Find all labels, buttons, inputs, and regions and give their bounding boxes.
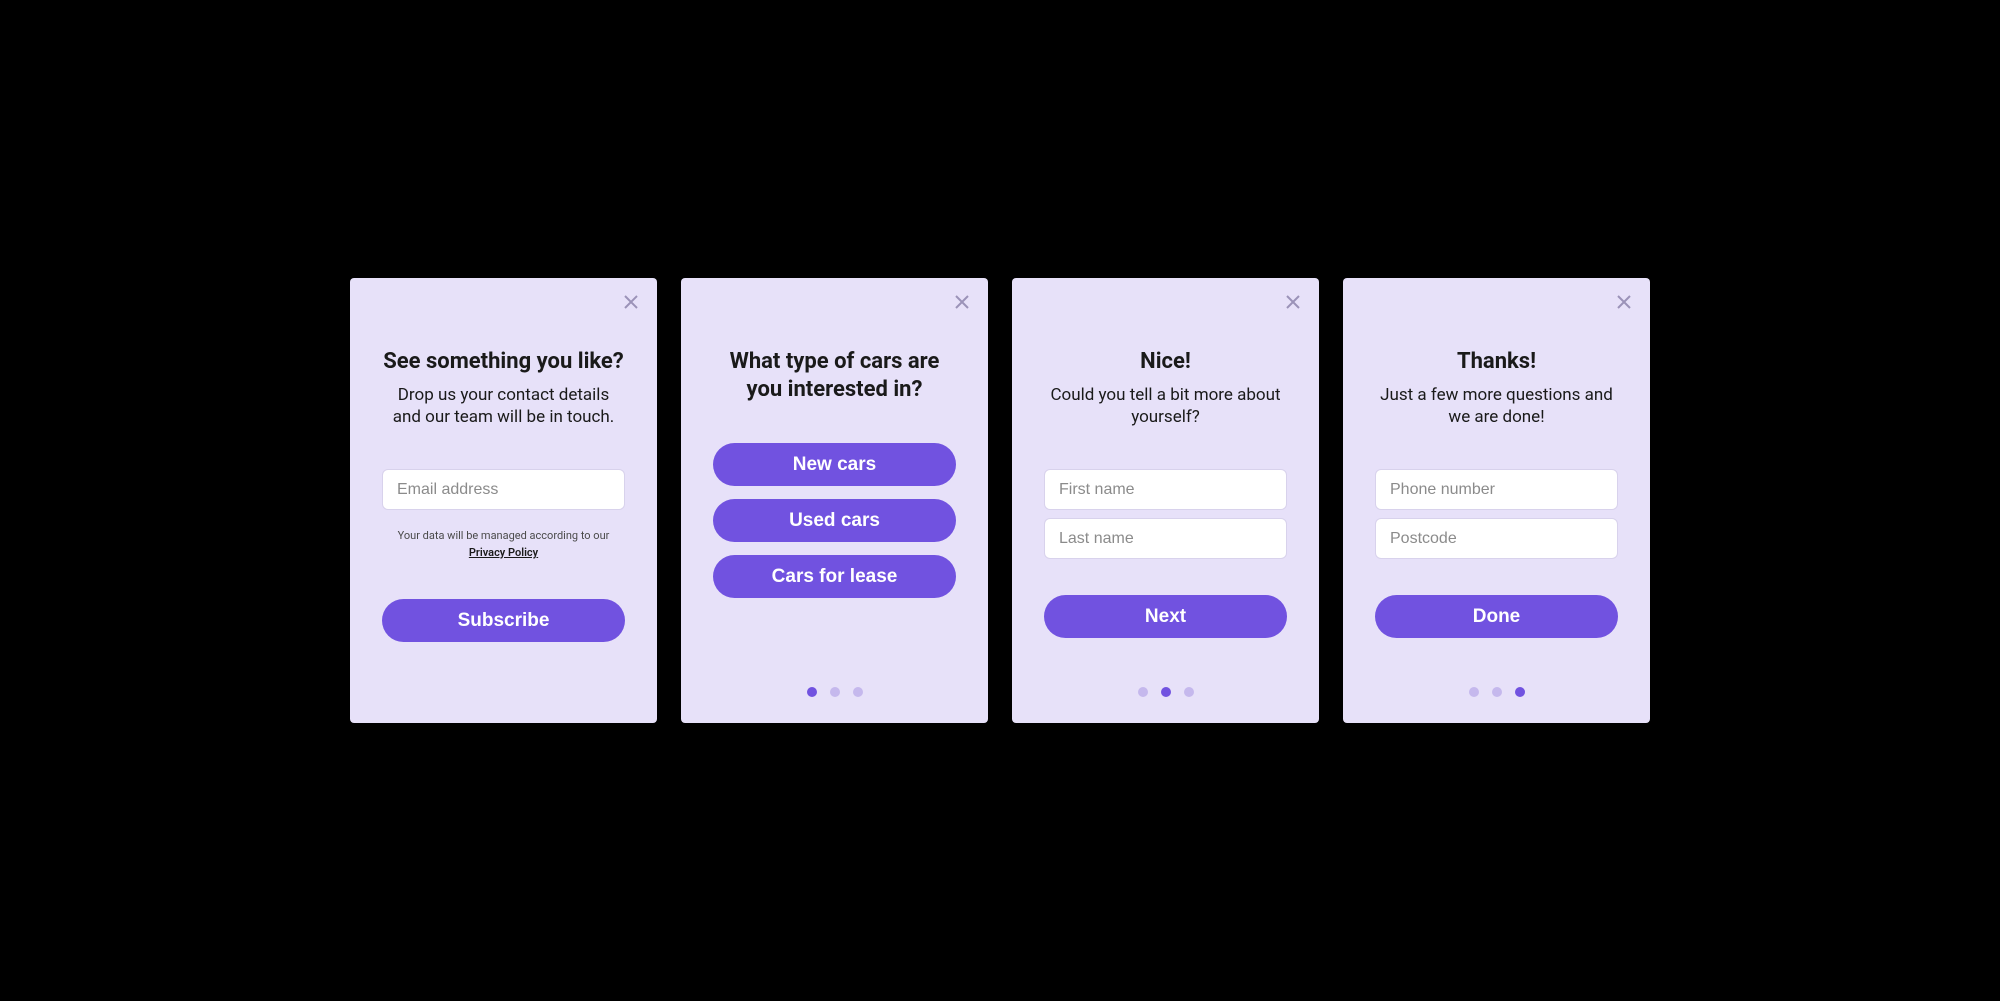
privacy-disclaimer: Your data will be managed according to o… [382, 528, 625, 561]
card-title: See something you like? [382, 348, 625, 376]
pagination-dot[interactable] [1184, 687, 1194, 697]
disclaimer-text: Your data will be managed according to o… [398, 529, 610, 542]
card-subtitle: Could you tell a bit more about yourself… [1044, 384, 1287, 430]
close-icon[interactable] [1615, 293, 1633, 311]
pagination-dots [681, 687, 988, 697]
pagination-dot[interactable] [1138, 687, 1148, 697]
first-name-input[interactable] [1044, 469, 1287, 510]
pagination-dot[interactable] [807, 687, 817, 697]
email-input[interactable] [382, 469, 625, 510]
postcode-input[interactable] [1375, 518, 1618, 559]
last-name-input[interactable] [1044, 518, 1287, 559]
option-used-cars[interactable]: Used cars [713, 499, 956, 542]
name-card: Nice! Could you tell a bit more about yo… [1012, 278, 1319, 723]
next-button[interactable]: Next [1044, 595, 1287, 638]
pagination-dot[interactable] [1492, 687, 1502, 697]
close-icon[interactable] [622, 293, 640, 311]
pagination-dot[interactable] [853, 687, 863, 697]
pagination-dot[interactable] [1161, 687, 1171, 697]
pagination-dots [1343, 687, 1650, 697]
close-icon[interactable] [1284, 293, 1302, 311]
card-subtitle: Drop us your contact details and our tea… [382, 384, 625, 430]
done-button[interactable]: Done [1375, 595, 1618, 638]
card-subtitle: Just a few more questions and we are don… [1375, 384, 1618, 430]
pagination-dot[interactable] [830, 687, 840, 697]
privacy-policy-link[interactable]: Privacy Policy [469, 546, 538, 559]
pagination-dot[interactable] [1469, 687, 1479, 697]
subscribe-card: See something you like? Drop us your con… [350, 278, 657, 723]
card-title: Nice! [1044, 348, 1287, 376]
subscribe-button[interactable]: Subscribe [382, 599, 625, 642]
pagination-dots [1012, 687, 1319, 697]
option-cars-for-lease[interactable]: Cars for lease [713, 555, 956, 598]
close-icon[interactable] [953, 293, 971, 311]
pagination-dot[interactable] [1515, 687, 1525, 697]
option-new-cars[interactable]: New cars [713, 443, 956, 486]
car-type-card: What type of cars are you interested in?… [681, 278, 988, 723]
phone-input[interactable] [1375, 469, 1618, 510]
contact-card: Thanks! Just a few more questions and we… [1343, 278, 1650, 723]
card-title: Thanks! [1375, 348, 1618, 376]
card-title: What type of cars are you interested in? [713, 348, 956, 403]
